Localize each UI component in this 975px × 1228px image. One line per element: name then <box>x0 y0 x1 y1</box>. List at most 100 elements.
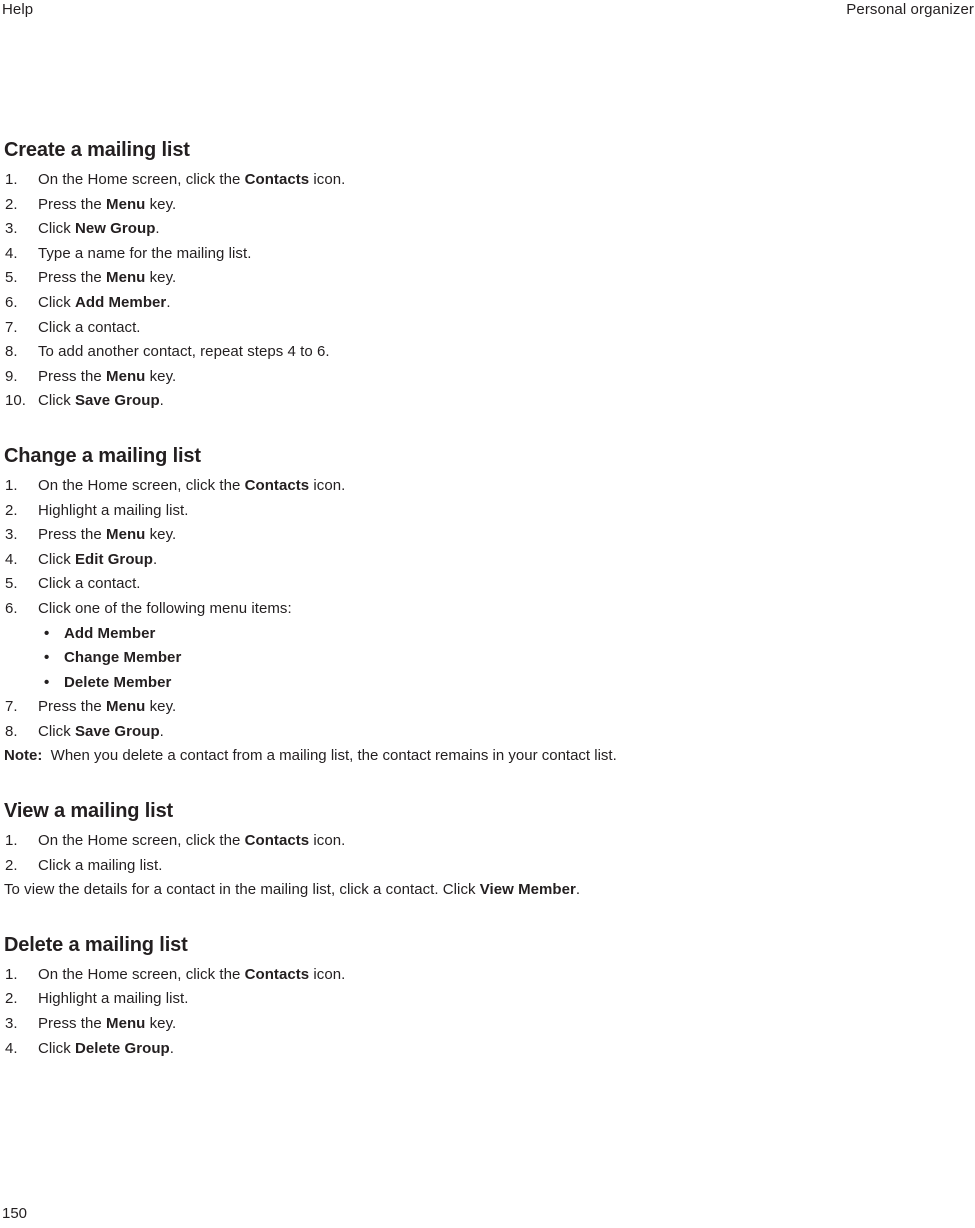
step-item: 2. Highlight a mailing list. <box>4 987 904 1012</box>
step-item: 8. Click Save Group. <box>4 720 904 745</box>
text-run: Click <box>38 1039 75 1057</box>
text-run: Press the <box>38 1015 107 1033</box>
step-number: 2. <box>5 856 18 874</box>
text-run: . <box>166 293 171 311</box>
menu-item: • Change Member <box>38 646 904 671</box>
text-run: icon. <box>309 832 346 850</box>
step-number: 1. <box>5 965 18 983</box>
step-text: On the Home screen, click the Contacts i… <box>38 963 904 988</box>
text-run: key. <box>145 367 177 385</box>
menu-item-list: • Add Member • Change Member • Delete Member <box>38 622 904 696</box>
step-text: Press the Menu key. <box>38 266 904 291</box>
step-number: 2. <box>5 990 18 1008</box>
menu-item: • Delete Member <box>38 671 904 696</box>
text-run: On the Home screen, click the <box>38 832 245 850</box>
body-paragraph: To view the details for a contact in the… <box>4 878 904 903</box>
step-number: 7. <box>5 318 18 336</box>
step-number: 3. <box>5 220 18 238</box>
text-run: Press the <box>38 367 107 385</box>
ui-term: Menu <box>106 367 146 385</box>
step-item: 10. Click Save Group. <box>4 389 904 414</box>
menu-item: • Add Member <box>38 622 904 647</box>
step-list: 1. On the Home screen, click the Contacts… <box>4 963 904 1061</box>
text-run: Click a mailing list. <box>38 856 163 874</box>
text-run: key. <box>145 195 177 213</box>
text-run: Press the <box>38 269 107 287</box>
doc-section: Change a mailing list 1. On the Home scree… <box>4 444 904 769</box>
step-number: 2. <box>5 195 18 213</box>
step-text: Click Save Group. <box>38 389 904 414</box>
step-text: Press the Menu key. <box>38 1012 904 1037</box>
step-text: Press the Menu key. <box>38 695 904 720</box>
step-number: 5. <box>5 269 18 287</box>
ui-term: Contacts <box>244 965 310 983</box>
step-number: 9. <box>5 367 18 385</box>
text-run: Press the <box>38 195 107 213</box>
step-number: 6. <box>5 599 18 617</box>
text-run: icon. <box>309 476 346 494</box>
bullet-icon: • <box>44 624 50 642</box>
step-list: 1. On the Home screen, click the Contacts… <box>4 168 904 414</box>
text-run: key. <box>145 269 177 287</box>
step-number: 7. <box>5 698 18 716</box>
step-text: Click one of the following menu items: <box>38 597 904 622</box>
ui-term: Save Group <box>74 722 160 740</box>
ui-term: Save Group <box>74 392 160 410</box>
text-run: Click <box>38 293 75 311</box>
step-item: 3. Click New Group. <box>4 217 904 242</box>
text-run: Highlight a mailing list. <box>38 990 189 1008</box>
doc-section: Delete a mailing list 1. On the Home scree… <box>4 933 904 1061</box>
text-run: Type a name for the mailing list. <box>38 244 252 262</box>
step-text: Click New Group. <box>38 217 904 242</box>
note-paragraph: Note: When you delete a contact from a m… <box>4 744 904 769</box>
step-number: 10. <box>5 392 27 410</box>
text-run: Click <box>38 392 75 410</box>
step-number: 2. <box>5 501 18 519</box>
step-number: 4. <box>5 244 18 262</box>
step-item: 7. Click a contact. <box>4 316 904 341</box>
text-run: Click a contact. <box>38 575 141 593</box>
text-run: . <box>575 881 581 899</box>
ui-term: Contacts <box>244 171 310 188</box>
step-item: 1. On the Home screen, click the Contacts… <box>4 963 904 988</box>
text-run: Click <box>38 550 75 568</box>
ui-term: Menu <box>106 1015 146 1033</box>
ui-term: Contacts <box>244 476 310 494</box>
step-text: On the Home screen, click the Contacts i… <box>38 474 904 499</box>
text-run: Click one of the following menu items: <box>38 599 292 617</box>
text-run: . <box>152 550 158 568</box>
step-item: 7. Press the Menu key. <box>4 695 904 720</box>
step-item: 8. To add another contact, repeat steps 4… <box>4 340 904 365</box>
ui-term: Add Member <box>74 293 167 311</box>
text-run: To view the details for a contact in the… <box>4 881 480 899</box>
text-run: . <box>169 1039 174 1057</box>
running-head: Help Personal organizer <box>0 0 975 26</box>
step-text: Highlight a mailing list. <box>38 499 904 524</box>
text-run: On the Home screen, click the <box>38 476 245 494</box>
step-number: 8. <box>5 722 18 740</box>
step-number: 4. <box>5 550 18 568</box>
doc-section: View a mailing list 1. On the Home screen,… <box>4 799 904 903</box>
step-list: 1. On the Home screen, click the Contacts… <box>4 474 904 745</box>
step-item: 5. Click a contact. <box>4 572 904 597</box>
step-text: Click a contact. <box>38 316 904 341</box>
bullet-icon: • <box>44 649 50 667</box>
ui-term: New Group <box>74 220 156 238</box>
step-text: Press the Menu key. <box>38 523 904 548</box>
step-item: 4. Type a name for the mailing list. <box>4 242 904 267</box>
step-text: On the Home screen, click the Contacts i… <box>38 829 904 854</box>
ui-term: Edit Group <box>74 550 153 568</box>
text-run: key. <box>145 698 177 716</box>
text-run: Highlight a mailing list. <box>38 501 189 519</box>
note-text: When you delete a contact from a mailing… <box>50 747 617 765</box>
menu-item-label: Add Member <box>64 624 156 642</box>
page-number: 150 <box>2 1205 28 1222</box>
ui-term: Delete Group <box>74 1039 170 1057</box>
page-content: Create a mailing list 1. On the Home scree… <box>4 138 904 1061</box>
step-number: 5. <box>5 575 18 593</box>
text-run: key. <box>145 1015 177 1033</box>
menu-item-label: Change Member <box>64 649 182 667</box>
text-run: On the Home screen, click the <box>38 965 245 983</box>
running-head-right: Personal organizer <box>846 1 974 18</box>
step-text: On the Home screen, click the Contacts i… <box>38 168 904 193</box>
